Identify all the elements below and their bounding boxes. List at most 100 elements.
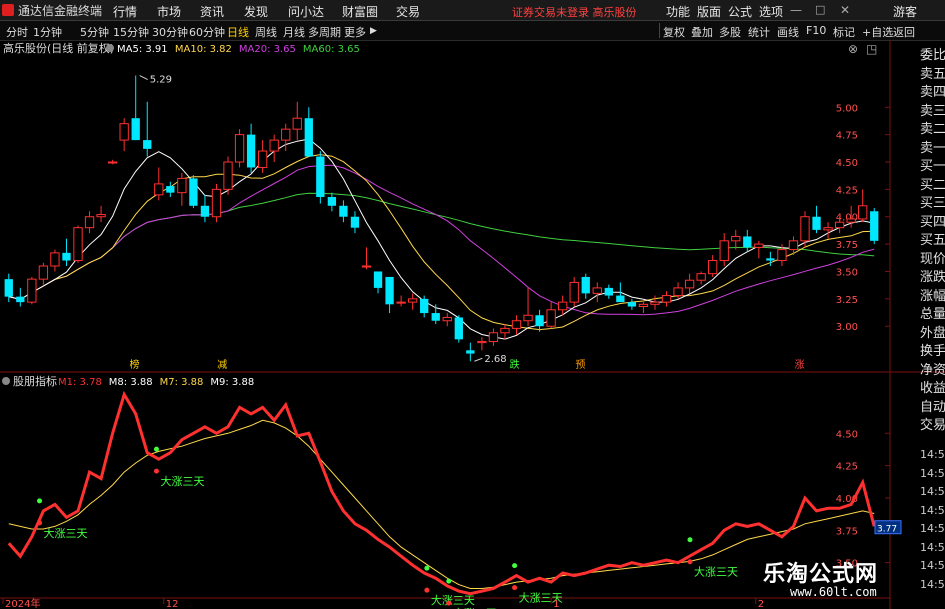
menu-options[interactable]: 选项	[759, 3, 783, 20]
candle-body-up	[558, 301, 568, 311]
price-axis-label: 3.50	[836, 267, 858, 278]
quote-field: 14:56	[920, 503, 945, 517]
candle-body-up	[788, 240, 799, 251]
event-marker: 涨	[795, 359, 805, 371]
btn-mark[interactable]: 标记	[833, 24, 855, 40]
tab-timeshare[interactable]: 分时	[6, 24, 28, 40]
candle-body-up	[846, 218, 856, 223]
btn-overlay[interactable]: 叠加	[691, 24, 713, 40]
menu-wealth[interactable]: 财富圈	[342, 3, 378, 20]
price-axis-label: 4.25	[836, 185, 858, 196]
menu-discover[interactable]: 发现	[244, 3, 268, 20]
price-axis-label: 3.75	[836, 240, 858, 251]
tab-15min[interactable]: 15分钟	[113, 24, 149, 40]
candle-body-up	[592, 287, 602, 294]
price-axis-label: 4.75	[836, 131, 858, 142]
btn-draw-line[interactable]: 画线	[777, 24, 799, 40]
signal-dot-green	[512, 563, 518, 569]
candle-body-down	[743, 236, 752, 248]
more-chevron-icon[interactable]: ▶	[370, 26, 377, 36]
quote-field: 涨跌	[920, 270, 945, 285]
guest-label[interactable]: 游客	[893, 3, 917, 20]
menu-market[interactable]: 市场	[157, 3, 181, 20]
tab-more[interactable]: 更多	[344, 24, 366, 40]
candle-body-up	[154, 183, 164, 196]
watermark-title: 乐淘公式网	[763, 561, 879, 587]
signal-dot-green	[37, 498, 43, 504]
candle-body-down	[466, 350, 475, 354]
minimize-icon[interactable]: —	[790, 3, 802, 17]
quote-field[interactable]: 交易	[920, 414, 945, 433]
quote-field: 收益	[920, 381, 945, 396]
menu-quotes[interactable]: 行情	[113, 3, 137, 20]
maximize-icon[interactable]: □	[815, 3, 825, 16]
panel-close-icon: ⊗	[848, 42, 858, 56]
candle-body-up	[661, 295, 672, 303]
candle-body-down	[62, 252, 71, 261]
tab-monthly[interactable]: 月线	[283, 24, 305, 40]
tab-60min[interactable]: 60分钟	[189, 24, 225, 40]
candle-body-up	[234, 134, 245, 163]
candle-body-down	[535, 315, 544, 327]
indicator-m1-line	[7, 390, 876, 596]
btn-f10[interactable]: F10	[806, 24, 826, 37]
kline-chart[interactable]: 5.004.754.504.254.003.753.503.253.005.29…	[0, 40, 945, 609]
btn-add-watchlist[interactable]: +自选	[862, 24, 893, 40]
menu-ask[interactable]: 问小达	[288, 3, 324, 20]
candle-body-up	[858, 205, 868, 220]
candle-body-down	[189, 178, 198, 206]
btn-multi-stock[interactable]: 多股	[719, 24, 741, 40]
panel-settings-icon: ◳	[866, 42, 877, 56]
candle-body-down	[16, 296, 25, 303]
signal-dot-red	[446, 600, 452, 606]
btn-back[interactable]: 返回	[893, 24, 915, 40]
menu-function[interactable]: 功能	[666, 3, 690, 20]
tab-daily[interactable]: 日线	[227, 24, 249, 40]
candle-body-up	[684, 279, 695, 289]
candle-body-up	[696, 273, 706, 281]
tab-multi-period[interactable]: 多周期	[308, 24, 341, 40]
price-axis-label: 5.00	[836, 103, 858, 114]
candle-body-down	[316, 156, 325, 198]
high-pointer	[139, 75, 148, 80]
event-marker: 预	[575, 359, 585, 371]
candle-body-up	[257, 150, 268, 168]
candle-body-down	[616, 295, 625, 303]
menu-formula[interactable]: 公式	[728, 3, 752, 20]
candle-body-up	[361, 265, 372, 268]
menu-trade[interactable]: 交易	[396, 3, 420, 20]
candle-body-up	[223, 161, 233, 190]
signal-label: 大涨三天	[44, 526, 88, 540]
tab-30min[interactable]: 30分钟	[152, 24, 188, 40]
quote-field: 净资	[920, 362, 945, 378]
candle-body-up	[407, 298, 418, 303]
candle-body-up	[442, 316, 452, 322]
login-warning[interactable]: 证券交易未登录 高乐股份	[512, 4, 637, 20]
btn-adjust[interactable]: 复权	[663, 24, 685, 40]
quote-field: 涨幅	[920, 288, 945, 304]
app-title: 通达信金融终端	[2, 2, 102, 18]
menu-bar: 通达信金融终端 行情 市场 资讯 发现 问小达 财富圈 交易 证券交易未登录 高…	[0, 0, 945, 21]
quote-field: 买四	[920, 214, 945, 230]
signal-dot-green	[687, 537, 693, 543]
tab-5min[interactable]: 5分钟	[80, 24, 109, 40]
quote-field: 买三	[920, 196, 945, 211]
price-axis-label: 4.50	[836, 158, 858, 169]
candle-body-up	[731, 235, 741, 242]
menu-news[interactable]: 资讯	[200, 3, 224, 20]
candle-body-down	[373, 271, 383, 288]
candle-body-up	[650, 301, 660, 305]
quote-field[interactable]: 自动	[920, 396, 945, 415]
candle-body-down	[766, 258, 775, 261]
signal-dot-red	[424, 587, 430, 593]
watermark-url: www.60lt.com	[790, 585, 877, 599]
tab-weekly[interactable]: 周线	[255, 24, 277, 40]
candle-body-down	[339, 205, 348, 217]
menu-layout[interactable]: 版面	[697, 3, 721, 20]
tab-1min[interactable]: 1分钟	[33, 24, 62, 40]
signal-dot-red	[37, 520, 43, 526]
btn-statistics[interactable]: 统计	[748, 24, 770, 40]
candle-body-down	[420, 298, 429, 314]
signal-label: 大涨三天	[160, 474, 204, 488]
close-icon[interactable]: ✕	[840, 3, 850, 17]
